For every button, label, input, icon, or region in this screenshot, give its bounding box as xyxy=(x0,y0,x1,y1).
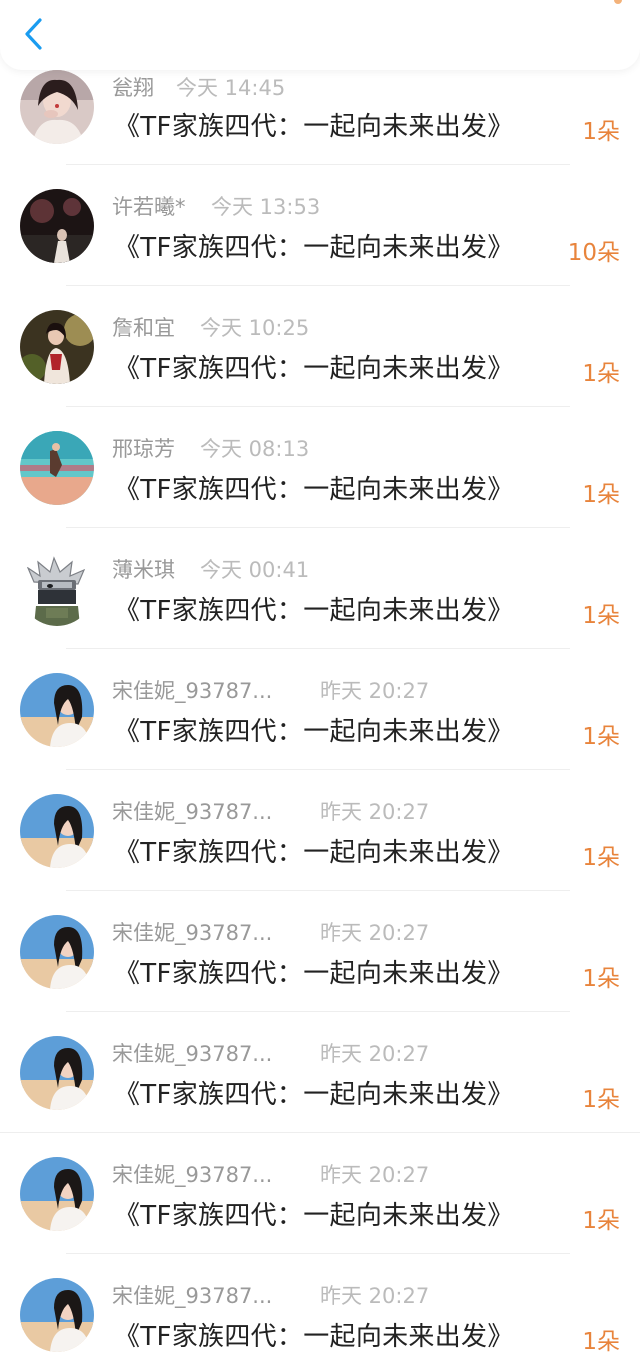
list-item[interactable]: 宋佳妮_93787... 昨天 20:27 《TF家族四代：一起向未来出发》 1… xyxy=(0,891,640,1012)
item-title: 《TF家族四代：一起向未来出发》 xyxy=(114,233,514,263)
timestamp: 今天 10:25 xyxy=(200,316,310,340)
list-item[interactable]: 宋佳妮_93787... 昨天 20:27 《TF家族四代：一起向未来出发》 1… xyxy=(0,1254,640,1365)
top-bar xyxy=(0,0,640,70)
avatar[interactable] xyxy=(20,673,94,747)
timestamp: 昨天 20:27 xyxy=(320,921,430,945)
item-title: 《TF家族四代：一起向未来出发》 xyxy=(114,1201,514,1231)
sender-name: 詹和宜 xyxy=(112,316,175,340)
sender-name: 宋佳妮_93787... xyxy=(112,1163,273,1187)
avatar[interactable] xyxy=(20,552,94,626)
timestamp: 今天 08:13 xyxy=(200,437,310,461)
item-title: 《TF家族四代：一起向未来出发》 xyxy=(114,475,514,505)
avatar[interactable] xyxy=(20,70,94,144)
list-item[interactable]: 詹和宜 今天 10:25 《TF家族四代：一起向未来出发》 1朵 xyxy=(0,286,640,407)
item-title: 《TF家族四代：一起向未来出发》 xyxy=(114,1322,514,1352)
item-title: 《TF家族四代：一起向未来出发》 xyxy=(114,112,514,142)
flower-count: 1朵 xyxy=(582,724,620,750)
list-item[interactable]: 宋佳妮_93787... 昨天 20:27 《TF家族四代：一起向未来出发》 1… xyxy=(0,1133,640,1254)
flower-count: 1朵 xyxy=(582,845,620,871)
flower-count: 1朵 xyxy=(582,966,620,992)
sender-name: 邢琼芳 xyxy=(112,437,175,461)
flower-count: 1朵 xyxy=(582,482,620,508)
list-item[interactable]: 许若曦* 今天 13:53 《TF家族四代：一起向未来出发》 10朵 xyxy=(0,165,640,286)
avatar[interactable] xyxy=(20,189,94,263)
sender-name: 宋佳妮_93787... xyxy=(112,679,273,703)
item-title: 《TF家族四代：一起向未来出发》 xyxy=(114,838,514,868)
flower-count: 10朵 xyxy=(567,240,620,266)
timestamp: 昨天 20:27 xyxy=(320,1284,430,1308)
list-item[interactable]: 邢琼芳 今天 08:13 《TF家族四代：一起向未来出发》 1朵 xyxy=(0,407,640,528)
list-item[interactable]: 宋佳妮_93787... 昨天 20:27 《TF家族四代：一起向未来出发》 1… xyxy=(0,770,640,891)
back-button[interactable] xyxy=(18,14,54,54)
flower-count: 1朵 xyxy=(582,603,620,629)
sender-name: 薄米琪 xyxy=(112,558,175,582)
item-title: 《TF家族四代：一起向未来出发》 xyxy=(114,1080,514,1110)
list-item[interactable]: 宋佳妮_93787... 昨天 20:27 《TF家族四代：一起向未来出发》 1… xyxy=(0,649,640,770)
avatar[interactable] xyxy=(20,1278,94,1352)
timestamp: 今天 14:45 xyxy=(176,76,286,100)
timestamp: 昨天 20:27 xyxy=(320,1163,430,1187)
list-item[interactable]: 瓮翔 今天 14:45 《TF家族四代：一起向未来出发》 1朵 xyxy=(0,62,640,165)
list-item[interactable]: 薄米琪 今天 00:41 《TF家族四代：一起向未来出发》 1朵 xyxy=(0,528,640,649)
sender-name: 宋佳妮_93787... xyxy=(112,800,273,824)
timestamp: 昨天 20:27 xyxy=(320,1042,430,1066)
sender-name: 宋佳妮_93787... xyxy=(112,921,273,945)
sender-name: 瓮翔 xyxy=(112,76,154,100)
sender-name: 宋佳妮_93787... xyxy=(112,1042,273,1066)
avatar[interactable] xyxy=(20,915,94,989)
gift-record-list: 瓮翔 今天 14:45 《TF家族四代：一起向未来出发》 1朵 许若曦* 今天 … xyxy=(0,62,640,1365)
flower-count: 1朵 xyxy=(582,119,620,145)
timestamp: 今天 00:41 xyxy=(200,558,310,582)
item-title: 《TF家族四代：一起向未来出发》 xyxy=(114,596,514,626)
avatar[interactable] xyxy=(20,310,94,384)
flower-count: 1朵 xyxy=(582,361,620,387)
avatar[interactable] xyxy=(20,1157,94,1231)
chevron-left-icon xyxy=(25,18,42,50)
avatar[interactable] xyxy=(20,431,94,505)
item-title: 《TF家族四代：一起向未来出发》 xyxy=(114,959,514,989)
timestamp: 今天 13:53 xyxy=(211,195,321,219)
timestamp: 昨天 20:27 xyxy=(320,679,430,703)
avatar[interactable] xyxy=(20,1036,94,1110)
avatar[interactable] xyxy=(20,794,94,868)
flower-count: 1朵 xyxy=(582,1087,620,1113)
sender-name: 许若曦* xyxy=(112,195,186,219)
timestamp: 昨天 20:27 xyxy=(320,800,430,824)
sender-name: 宋佳妮_93787... xyxy=(112,1284,273,1308)
item-title: 《TF家族四代：一起向未来出发》 xyxy=(114,354,514,384)
list-item[interactable]: 宋佳妮_93787... 昨天 20:27 《TF家族四代：一起向未来出发》 1… xyxy=(0,1012,640,1133)
flower-count: 1朵 xyxy=(582,1329,620,1355)
flower-count: 1朵 xyxy=(582,1208,620,1234)
corner-indicator xyxy=(614,0,622,4)
item-title: 《TF家族四代：一起向未来出发》 xyxy=(114,717,514,747)
